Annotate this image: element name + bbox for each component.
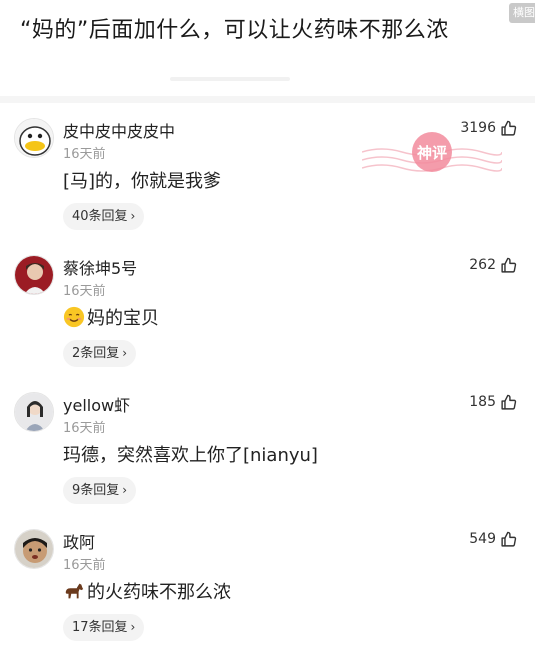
comment-time: 16天前 [63, 421, 106, 436]
comment-text: 妈的宝贝 [87, 308, 159, 329]
comment-text: 的火药味不那么浓 [87, 582, 231, 603]
comment-content: 的火药味不那么浓 [63, 578, 231, 604]
comment-item: 蔡徐坤5号 16天前 妈的宝贝 2条回复 › 262 [0, 255, 535, 392]
thumbs-up-icon [501, 257, 517, 273]
replies-label: 17条回复 [72, 620, 128, 635]
corner-badge[interactable]: 横图 [509, 3, 535, 23]
like-button[interactable]: 262 [469, 255, 517, 275]
view-replies-button[interactable]: 40条回复 › [63, 203, 145, 230]
like-button[interactable]: 549 [469, 529, 517, 549]
horse-icon [65, 583, 84, 599]
comment-time: 16天前 [63, 147, 106, 162]
like-count: 185 [469, 394, 496, 410]
avatar[interactable] [14, 118, 54, 158]
like-count: 549 [469, 531, 496, 547]
chevron-right-icon: › [122, 483, 128, 497]
like-count: 3196 [460, 120, 496, 136]
view-replies-button[interactable]: 9条回复 › [63, 477, 137, 504]
post-header: “妈的”后面加什么，可以让火药味不那么浓 横图 [0, 0, 535, 96]
view-replies-button[interactable]: 17条回复 › [63, 614, 145, 641]
thumbs-up-icon [501, 531, 517, 547]
chevron-right-icon: › [130, 209, 136, 223]
comment-time: 16天前 [63, 558, 106, 573]
comment-content: [马]的，你就是我爹 [63, 171, 222, 192]
smiling-face-icon [63, 306, 85, 328]
thumbs-up-icon [501, 394, 517, 410]
post-title: “妈的”后面加什么，可以让火药味不那么浓 [20, 18, 449, 43]
avatar[interactable] [14, 392, 54, 432]
replies-label: 2条回复 [72, 346, 120, 361]
header-divider-line [170, 77, 290, 81]
comment-content: 妈的宝贝 [63, 304, 159, 330]
comment-time: 16天前 [63, 284, 106, 299]
replies-label: 9条回复 [72, 483, 120, 498]
thumbs-up-icon [501, 120, 517, 136]
replies-label: 40条回复 [72, 209, 128, 224]
username[interactable]: 皮中皮中皮皮中 [63, 118, 175, 142]
chevron-right-icon: › [130, 620, 136, 634]
view-replies-button[interactable]: 2条回复 › [63, 340, 137, 367]
like-button[interactable]: 3196 [460, 118, 517, 138]
like-button[interactable]: 185 [469, 392, 517, 412]
avatar[interactable] [14, 529, 54, 569]
comment-item: yellow虾 16天前 玛德，突然喜欢上你了[nianyu] 9条回复 › 1… [0, 392, 535, 529]
like-count: 262 [469, 257, 496, 273]
username[interactable]: 蔡徐坤5号 [63, 255, 137, 279]
comment-content: 玛德，突然喜欢上你了[nianyu] [63, 445, 318, 466]
chevron-right-icon: › [122, 346, 128, 360]
comment-item: 政阿 16天前 的火药味不那么浓 17条回复 › 549 [0, 529, 535, 645]
comment-item: 皮中皮中皮皮中 16天前 [马]的，你就是我爹 40条回复 › 3196 [0, 118, 535, 255]
avatar[interactable] [14, 255, 54, 295]
username[interactable]: 政阿 [63, 529, 95, 553]
section-divider [0, 96, 535, 103]
username[interactable]: yellow虾 [63, 392, 130, 416]
